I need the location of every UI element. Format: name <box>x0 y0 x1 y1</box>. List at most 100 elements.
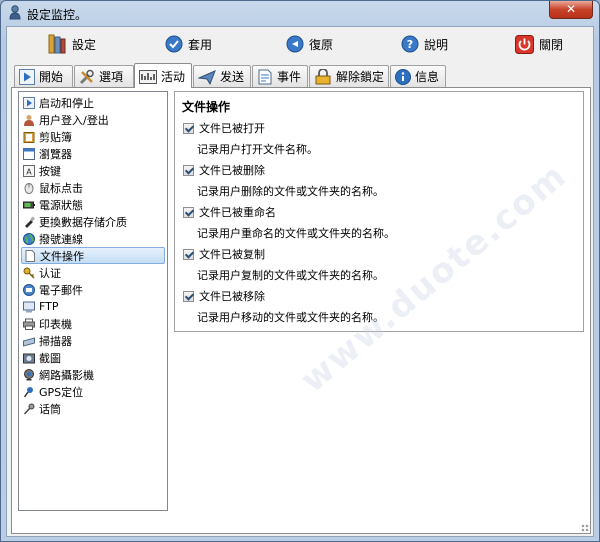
screenshot-icon <box>23 353 35 363</box>
title-bar[interactable]: 設定监控。 ✕ <box>1 1 599 25</box>
tree-item-label: 瀏覽器 <box>39 147 72 161</box>
group-title: 文件操作 <box>182 100 231 114</box>
tree-item-label: 撥號連線 <box>39 232 83 246</box>
tree-item-webcam[interactable]: 網路攝影機 <box>21 366 165 383</box>
tree-item-auth[interactable]: 认证 <box>21 264 165 281</box>
settings-label: 設定 <box>72 37 97 52</box>
renamed-checkbox[interactable] <box>183 206 194 218</box>
moved-description: 记录用户移动的文件或文件夹的名称。 <box>197 311 384 324</box>
tree-item-microphone[interactable]: 话筒 <box>21 400 165 417</box>
settings-button[interactable]: 設定 <box>47 32 96 56</box>
battery-icon <box>23 201 35 208</box>
file-ops-group: 文件操作 文件已被打开 记录用户打开文件名称。 文件已被删除 记录用户删除的文件… <box>174 91 584 332</box>
microphone-icon <box>23 403 35 415</box>
tab-unlock-label: 解除鎖定 <box>336 70 385 84</box>
tab-start[interactable]: 開始 <box>14 65 73 87</box>
tree-item-screenshot[interactable]: 截圖 <box>21 349 165 366</box>
renamed-label: 文件已被重命名 <box>199 206 276 219</box>
tab-strip: 開始 選項 活动 发送 事件 解除鎖定 信息 <box>11 63 591 88</box>
renamed-description: 记录用户重命名的文件或文件夹的名称。 <box>197 227 395 240</box>
main-window: 設定监控。 ✕ 設定 套用 復原 ? 說明 關閉 開始 選項 活动 发送 事件 … <box>0 0 600 542</box>
key-icon <box>23 267 35 279</box>
deleted-checkbox-row[interactable]: 文件已被删除 <box>183 162 265 178</box>
tab-info[interactable]: 信息 <box>390 65 446 87</box>
copied-label: 文件已被复制 <box>199 248 265 261</box>
help-icon: ? <box>401 35 419 53</box>
tab-options-label: 選項 <box>99 70 124 84</box>
tree-item-label: 截圖 <box>39 351 61 365</box>
tree-item-start-stop[interactable]: 启动和停止 <box>21 94 165 111</box>
copied-checkbox[interactable] <box>183 248 194 260</box>
tab-unlock[interactable]: 解除鎖定 <box>309 65 389 87</box>
client-area: 設定 套用 復原 ? 說明 關閉 開始 選項 活动 发送 事件 解除鎖定 信息 … <box>6 26 594 537</box>
tree-item-keys[interactable]: A 按键 <box>21 162 165 179</box>
tab-send[interactable]: 发送 <box>193 65 251 87</box>
tab-options[interactable]: 選項 <box>74 65 134 87</box>
tree-item-storage[interactable]: 更換數据存储介质 <box>21 213 165 230</box>
window-close-button[interactable]: ✕ <box>549 1 593 19</box>
mouse-icon <box>24 182 34 194</box>
tree-item-label: 认证 <box>39 266 61 280</box>
moved-checkbox-row[interactable]: 文件已被移除 <box>183 288 265 304</box>
tree-item-label: 启动和停止 <box>39 96 94 110</box>
lock-icon <box>315 68 331 84</box>
restore-button[interactable]: 復原 <box>286 32 333 56</box>
user-icon <box>24 114 34 126</box>
settings-icon <box>48 34 66 54</box>
close-app-button[interactable]: 關閉 <box>515 32 563 56</box>
ftp-icon <box>23 301 35 312</box>
opened-checkbox-row[interactable]: 文件已被打开 <box>183 120 265 136</box>
tree-item-printer[interactable]: 印表機 <box>21 315 165 332</box>
file-icon <box>25 249 35 262</box>
help-label: 說明 <box>424 37 449 52</box>
tree-item-label: 掃描器 <box>39 334 72 348</box>
app-icon <box>9 5 21 20</box>
globe-icon <box>23 232 35 245</box>
clipboard-icon <box>23 131 35 143</box>
tree-item-clipboard[interactable]: 剪贴簿 <box>21 128 165 145</box>
copied-checkbox-row[interactable]: 文件已被复制 <box>183 246 265 262</box>
close-app-label: 關閉 <box>539 37 564 52</box>
pin-icon <box>23 386 33 397</box>
tree-item-label: 鼠标点击 <box>39 181 83 195</box>
tree-item-ftp[interactable]: FTP <box>21 298 165 315</box>
activity-tree[interactable]: 启动和停止 用户登入/登出 剪贴簿 瀏覽器 A 按键 鼠标点击 電源狀態 更換數… <box>18 91 168 511</box>
tab-activity[interactable]: 活动 <box>134 63 192 88</box>
tab-send-label: 发送 <box>220 70 245 84</box>
tree-item-label: 用户登入/登出 <box>39 113 109 127</box>
apply-button[interactable]: 套用 <box>165 32 212 56</box>
tree-item-gps[interactable]: GPS定位 <box>21 383 165 400</box>
apply-label: 套用 <box>188 37 213 52</box>
window-title: 設定监控。 <box>27 8 88 22</box>
resize-grip[interactable] <box>581 524 591 534</box>
tree-item-scanner[interactable]: 掃描器 <box>21 332 165 349</box>
tree-item-power[interactable]: 電源狀態 <box>21 196 165 213</box>
help-button[interactable]: ? 說明 <box>401 32 448 56</box>
moved-checkbox[interactable] <box>183 290 194 302</box>
renamed-checkbox-row[interactable]: 文件已被重命名 <box>183 204 276 220</box>
play-icon <box>19 68 35 85</box>
moved-label: 文件已被移除 <box>199 290 265 303</box>
opened-checkbox[interactable] <box>183 122 194 134</box>
tab-start-label: 開始 <box>39 70 64 84</box>
activity-panel: 启动和停止 用户登入/登出 剪贴簿 瀏覽器 A 按键 鼠标点击 電源狀態 更換數… <box>11 87 591 534</box>
tab-info-label: 信息 <box>415 70 440 84</box>
tree-item-label: 網路攝影機 <box>39 368 94 382</box>
tree-item-label: 電子郵件 <box>39 283 83 297</box>
tools-icon <box>79 69 94 84</box>
tab-events[interactable]: 事件 <box>252 65 308 87</box>
document-icon <box>258 69 272 84</box>
usb-icon <box>25 216 35 228</box>
tree-item-login[interactable]: 用户登入/登出 <box>21 111 165 128</box>
info-icon <box>395 68 411 85</box>
tree-item-email[interactable]: 電子郵件 <box>21 281 165 298</box>
tree-item-dialup[interactable]: 撥號連線 <box>21 230 165 247</box>
deleted-checkbox[interactable] <box>183 164 194 176</box>
tree-item-label: 话筒 <box>39 402 61 416</box>
tree-item-browser[interactable]: 瀏覽器 <box>21 145 165 162</box>
tree-item-label: 剪贴簿 <box>39 130 72 144</box>
tree-item-mouse[interactable]: 鼠标点击 <box>21 179 165 196</box>
tree-item-file-ops[interactable]: 文件操作 <box>21 247 165 264</box>
scanner-icon <box>23 336 35 347</box>
deleted-description: 记录用户删除的文件或文件夹的名称。 <box>197 185 384 198</box>
